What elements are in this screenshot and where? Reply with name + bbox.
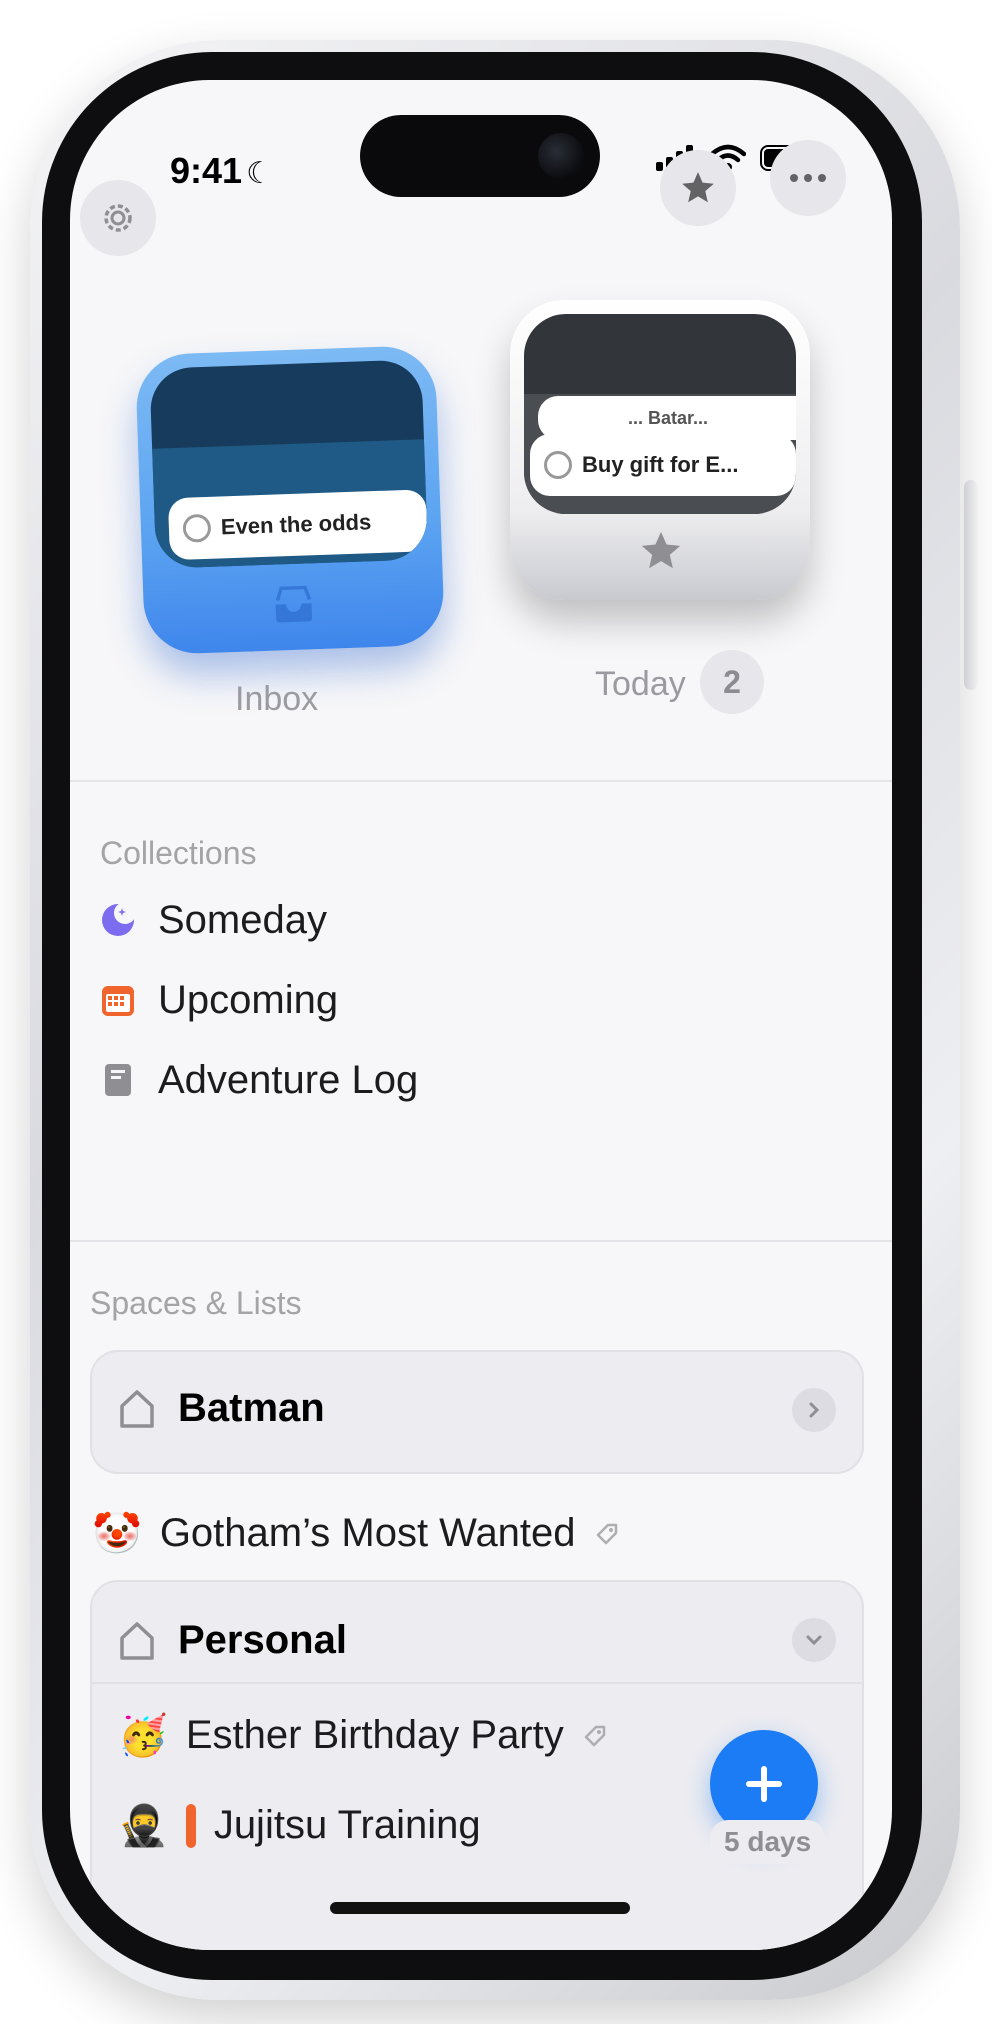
star-icon (682, 172, 714, 203)
focus-moon-icon: ☾ (246, 157, 273, 190)
house-icon (120, 1389, 154, 1428)
settings-button[interactable] (80, 180, 156, 256)
collection-adventure-log[interactable]: Adventure Log (100, 1050, 418, 1110)
today-tile[interactable]: ... Batar... Buy gift for E... (510, 300, 810, 600)
home-indicator (330, 1902, 630, 1914)
plus-icon (746, 1766, 782, 1802)
inbox-preview-task: Even the odds (167, 489, 428, 561)
moon-icon (100, 902, 136, 938)
dynamic-island (360, 115, 600, 197)
tag-icon (596, 1523, 617, 1544)
collections-title: Collections (100, 835, 257, 871)
book-icon (100, 1062, 136, 1098)
list-jujitsu-training[interactable]: 🥷 Jujitsu Training (118, 1802, 481, 1849)
progress-indicator (185, 1803, 196, 1848)
list-gothams-most-wanted[interactable]: 🤡 Gotham’s Most Wanted (92, 1510, 620, 1557)
star-icon (641, 531, 681, 569)
ellipsis-icon (790, 174, 826, 182)
spaces-title: Spaces & Lists (90, 1285, 302, 1321)
inbox-tray-icon (275, 585, 313, 623)
inbox-label: Inbox (235, 680, 319, 718)
collection-someday[interactable]: Someday (100, 890, 327, 950)
camera-icon (538, 133, 584, 179)
side-button (964, 480, 978, 690)
inbox-preview: Even the odds (149, 359, 429, 569)
divider (92, 1682, 862, 1684)
inbox-tile[interactable]: Even the odds (134, 344, 446, 656)
today-count-badge: 2 (700, 650, 764, 714)
checkbox-icon (544, 451, 572, 479)
space-header: Personal (118, 1618, 347, 1663)
today-preview: ... Batar... Buy gift for E... (524, 314, 796, 514)
app-screen: 9:41 ☾ Even the odds Inbox ... Batar... … (70, 80, 892, 1950)
favorites-button[interactable] (660, 150, 736, 226)
collection-upcoming[interactable]: Upcoming (100, 970, 338, 1030)
space-batman[interactable]: Batman (90, 1350, 864, 1474)
divider (70, 780, 892, 782)
today-preview-task: Buy gift for E... (530, 434, 796, 496)
today-label: Today (595, 665, 686, 703)
calendar-icon (100, 982, 136, 1018)
tag-icon (584, 1725, 605, 1746)
more-button[interactable] (770, 140, 846, 216)
gear-icon (104, 204, 132, 232)
chevron-right-icon[interactable] (792, 1388, 836, 1432)
checkbox-icon (182, 513, 212, 543)
space-header: Batman (118, 1386, 325, 1431)
list-esther-birthday-party[interactable]: 🥳 Esther Birthday Party (118, 1712, 608, 1759)
house-icon (120, 1621, 154, 1660)
chevron-down-icon[interactable] (792, 1618, 836, 1662)
divider (70, 1240, 892, 1242)
status-time: 9:41 ☾ (170, 150, 273, 191)
due-badge: 5 days (710, 1820, 826, 1864)
